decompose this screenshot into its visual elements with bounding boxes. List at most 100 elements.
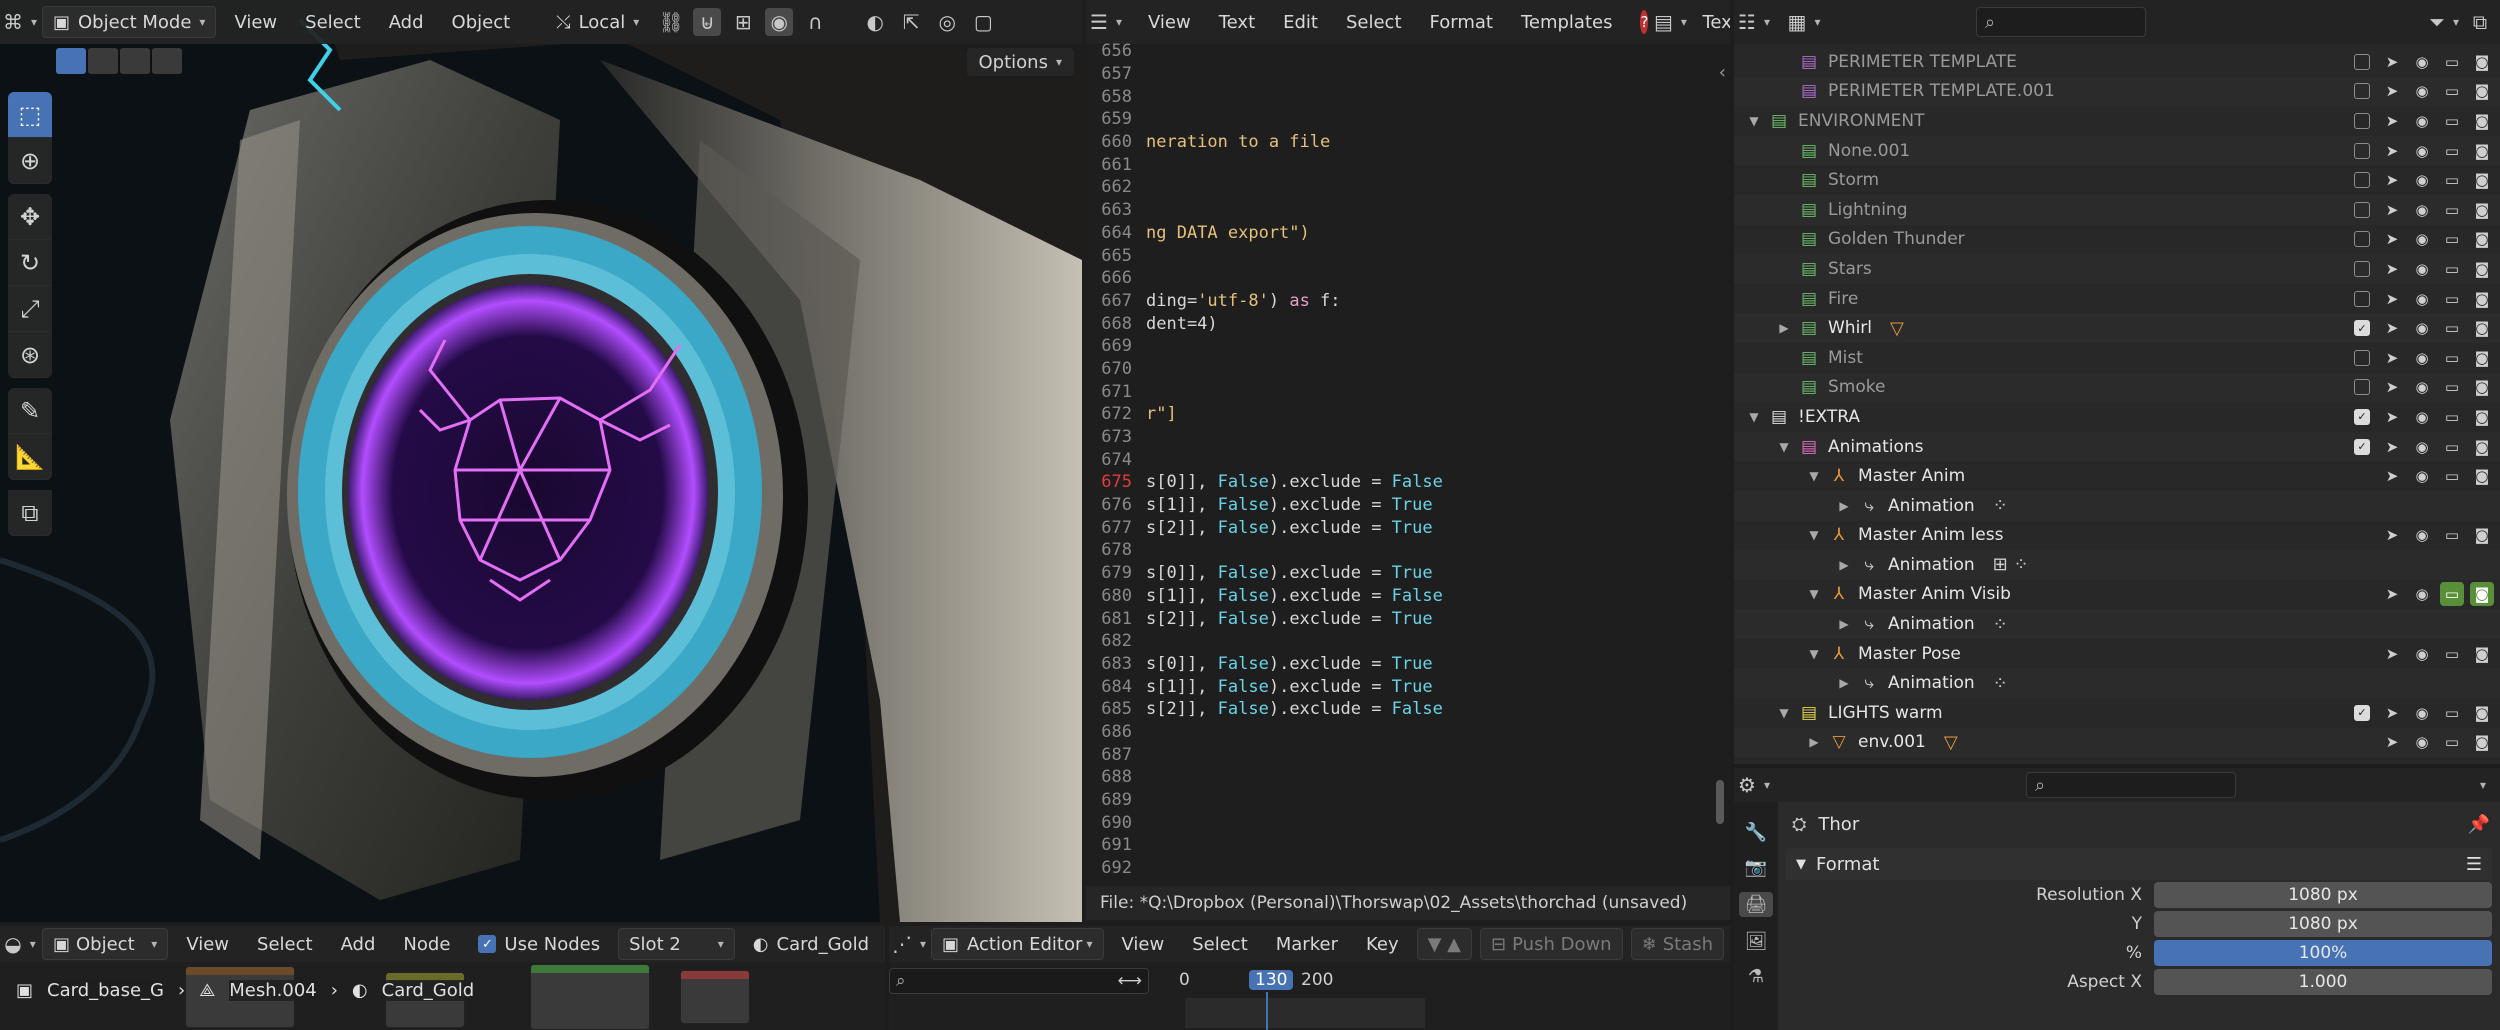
- eye-icon[interactable]: ◉: [2410, 642, 2434, 666]
- eye-icon[interactable]: ◉: [2410, 375, 2434, 399]
- proportional-edit-icon[interactable]: ◉: [765, 8, 794, 36]
- mode-dropdown[interactable]: ▣ Object Mode ▾: [42, 6, 217, 38]
- code-line[interactable]: 689: [1086, 789, 1730, 812]
- select-extend-icon[interactable]: [88, 48, 118, 74]
- exclude-checkbox[interactable]: [2354, 260, 2370, 277]
- menu-select[interactable]: Select: [1336, 6, 1412, 38]
- shader-type-dropdown[interactable]: ▣ Object ▾: [42, 928, 169, 960]
- monitor-icon[interactable]: ▭: [2440, 227, 2464, 251]
- menu-edit[interactable]: Edit: [1273, 6, 1328, 38]
- eye-icon[interactable]: ◉: [2410, 257, 2434, 281]
- exclude-checkbox[interactable]: [2354, 290, 2370, 307]
- monitor-icon[interactable]: ▭: [2440, 198, 2464, 222]
- format-panel-header[interactable]: ▼ Format ☰: [1786, 848, 2492, 880]
- outliner-row[interactable]: ▼ ▤ LIGHTS warm ✓ ➤ ◉ ▭ ◙: [1734, 698, 2500, 728]
- camera-icon[interactable]: ◙: [2470, 642, 2494, 666]
- code-line[interactable]: 687: [1086, 743, 1730, 766]
- select-arrow-icon[interactable]: ➤: [2380, 435, 2404, 459]
- breadcrumb-mesh[interactable]: Mesh.004: [229, 979, 317, 1001]
- expand-down-icon[interactable]: ▼: [1806, 587, 1822, 601]
- outliner-row[interactable]: ▤ PERIMETER TEMPLATE.001 ➤ ◉ ▭ ◙: [1734, 76, 2500, 107]
- property-value-field[interactable]: 1080 px: [2154, 910, 2492, 937]
- exclude-checkbox[interactable]: [2354, 172, 2370, 189]
- outliner-row[interactable]: ▶ ⤷ Animation ⊞ ⁘: [1734, 550, 2500, 580]
- select-box-tool-icon[interactable]: ⬚: [8, 92, 52, 138]
- menu-templates[interactable]: Templates: [1511, 6, 1623, 38]
- monitor-icon[interactable]: ▭: [2440, 464, 2464, 488]
- code-line[interactable]: 670: [1086, 358, 1730, 381]
- new-collection-icon[interactable]: ⧉: [2466, 8, 2494, 36]
- properties-search-input[interactable]: ⌕: [2026, 772, 2236, 798]
- outliner-row[interactable]: ▤ Mist ➤ ◉ ▭ ◙: [1734, 343, 2500, 373]
- rotate-tool-icon[interactable]: ↻: [8, 240, 52, 286]
- outliner-row[interactable]: ▤ Lightning ➤ ◉ ▭ ◙: [1734, 194, 2500, 225]
- camera-icon[interactable]: ◙: [2470, 109, 2494, 133]
- snap-target-icon[interactable]: ⊞: [729, 8, 757, 36]
- code-line[interactable]: 662: [1086, 176, 1730, 199]
- stash-button[interactable]: ❄ Stash: [1630, 928, 1724, 960]
- exclude-checkbox[interactable]: ✓: [2354, 320, 2370, 337]
- code-line[interactable]: 692: [1086, 857, 1730, 880]
- exclude-checkbox[interactable]: ✓: [2354, 408, 2370, 425]
- code-line[interactable]: 683 s[0]], False).exclude = True: [1086, 653, 1730, 676]
- monitor-icon[interactable]: ▭: [2440, 523, 2464, 547]
- property-value-field[interactable]: 100%: [2154, 939, 2492, 966]
- menu-node[interactable]: Node: [393, 928, 460, 960]
- menu-marker[interactable]: Marker: [1266, 928, 1348, 960]
- output-tab-icon[interactable]: 🖨: [1738, 892, 1774, 917]
- eye-icon[interactable]: ◉: [2410, 50, 2434, 74]
- property-value-field[interactable]: 1.000: [2154, 968, 2492, 995]
- add-cube-tool-icon[interactable]: ⧉: [8, 490, 52, 536]
- editor-type-icon[interactable]: ⌘ ▾: [3, 8, 37, 36]
- select-arrow-icon[interactable]: ➤: [2380, 405, 2404, 429]
- monitor-icon[interactable]: ▭: [2440, 642, 2464, 666]
- camera-icon[interactable]: ◙: [2470, 287, 2494, 311]
- menu-select[interactable]: Select: [295, 6, 371, 38]
- expand-right-icon[interactable]: ▶: [1836, 499, 1852, 513]
- select-invert-icon[interactable]: [152, 48, 182, 74]
- search-input[interactable]: ⌕: [1976, 7, 2146, 37]
- outliner-row[interactable]: ▤ Smoke ➤ ◉ ▭ ◙: [1734, 372, 2500, 403]
- outliner-row[interactable]: ▼ ⅄ Master Anim ➤ ◉ ▭ ◙: [1734, 461, 2500, 491]
- outliner-row[interactable]: ▼ ⅄ Master Pose ➤ ◉ ▭ ◙: [1734, 639, 2500, 669]
- monitor-icon[interactable]: ▭: [2440, 79, 2464, 103]
- select-arrow-icon[interactable]: ➤: [2380, 375, 2404, 399]
- code-line[interactable]: 688: [1086, 766, 1730, 789]
- code-line[interactable]: 691: [1086, 834, 1730, 857]
- view-layer-tab-icon[interactable]: 🖼: [1745, 931, 1768, 952]
- eye-icon[interactable]: ◉: [2410, 168, 2434, 192]
- select-arrow-icon[interactable]: ➤: [2380, 523, 2404, 547]
- dope-sheet[interactable]: ⋰ ▾ ▣ Action Editor ▾ View Select Marker …: [889, 926, 1730, 1030]
- menu-view[interactable]: View: [1112, 928, 1175, 960]
- camera-icon[interactable]: ◙: [2470, 582, 2494, 607]
- select-arrow-icon[interactable]: ➤: [2380, 109, 2404, 133]
- exclude-checkbox[interactable]: [2354, 379, 2370, 396]
- expand-down-icon[interactable]: ▼: [1806, 647, 1822, 661]
- exclude-checkbox[interactable]: ✓: [2354, 438, 2370, 455]
- monitor-icon[interactable]: ▭: [2440, 109, 2464, 133]
- code-line[interactable]: 663: [1086, 199, 1730, 222]
- timeline-area[interactable]: ⌕ ⟷ 0 130 200: [889, 966, 1730, 1030]
- monitor-icon[interactable]: ▭: [2440, 701, 2464, 725]
- text-editor[interactable]: ☰ ▾ View Text Edit Select Format Template…: [1086, 0, 1730, 922]
- eye-icon[interactable]: ◉: [2410, 701, 2434, 725]
- exclude-checkbox[interactable]: [2354, 142, 2370, 159]
- editor-type-icon[interactable]: ⚙ ▾: [1738, 771, 1770, 799]
- options-dropdown[interactable]: Options ▾: [966, 48, 1074, 76]
- monitor-icon[interactable]: ▭: [2440, 435, 2464, 459]
- monitor-icon[interactable]: ▭: [2440, 730, 2464, 754]
- camera-icon[interactable]: ◙: [2470, 405, 2494, 429]
- code-line[interactable]: 656: [1086, 40, 1730, 63]
- menu-add[interactable]: Add: [331, 928, 386, 960]
- select-arrow-icon[interactable]: ➤: [2380, 50, 2404, 74]
- camera-icon[interactable]: ◙: [2470, 701, 2494, 725]
- code-line[interactable]: 684 s[1]], False).exclude = True: [1086, 675, 1730, 698]
- orientation-dropdown[interactable]: ⤯ Local ▾: [546, 6, 649, 38]
- select-arrow-icon[interactable]: ➤: [2380, 316, 2404, 340]
- select-arrow-icon[interactable]: ➤: [2380, 257, 2404, 281]
- select-arrow-icon[interactable]: ➤: [2380, 701, 2404, 725]
- outliner-row[interactable]: ▤ Storm ➤ ◉ ▭ ◙: [1734, 165, 2500, 195]
- render-tab-icon[interactable]: 📷: [1745, 857, 1767, 878]
- outliner-row[interactable]: ▤ Fire ➤ ◉ ▭ ◙: [1734, 284, 2500, 314]
- text-datablock-label[interactable]: Text: [1692, 6, 1730, 38]
